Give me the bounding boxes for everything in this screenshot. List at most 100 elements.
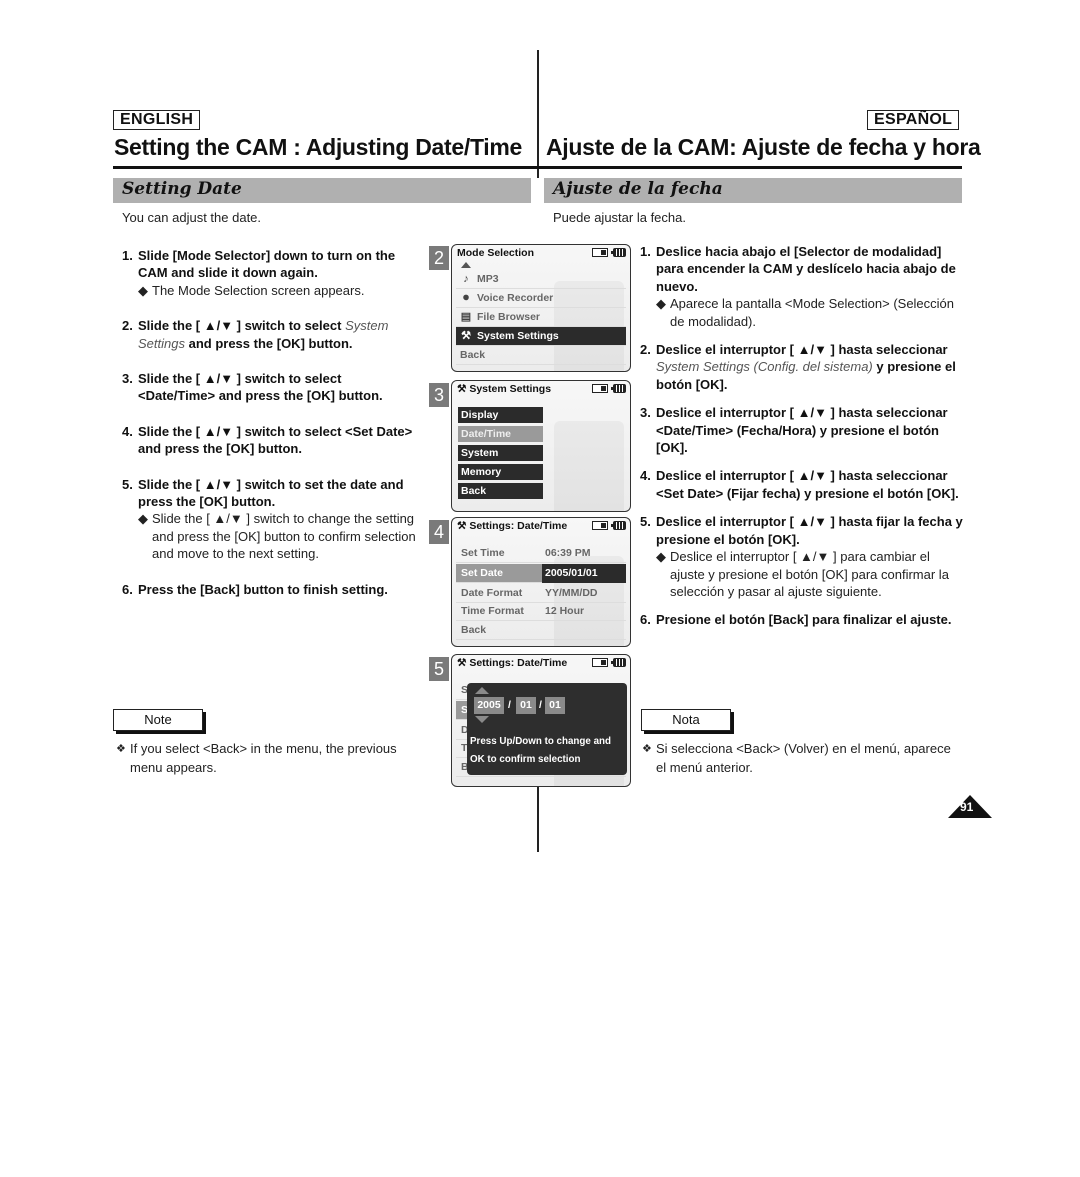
setting-value: 12 Hour [545,605,585,617]
battery-icon [611,384,626,393]
menu-item-voice-recorder[interactable]: ⏺ Voice Recorder [456,289,626,308]
subnote-text: The Mode Selection screen appears. [152,282,365,298]
step-text: Deslice el interruptor [ ▲/▼ ] hasta sel… [656,341,965,393]
step-number: 3. [122,371,133,387]
menu-item-label: Voice Recorder [477,291,554,304]
status-icons [592,248,626,257]
menu-item-system[interactable]: System [458,445,543,461]
step-text: Press the [Back] button to finish settin… [138,581,388,597]
scroll-up-arrow-icon[interactable] [461,262,471,268]
screen-title: ⚒ Settings: Date/Time [457,657,567,669]
step: 6. Presione el botón [Back] para finaliz… [640,611,965,628]
step: 1. Deslice hacia abajo el [Selector de m… [640,243,965,330]
step-text: Presione el botón [Back] para finalizar … [656,612,952,628]
step-subnote: ◆ The Mode Selection screen appears. [138,282,422,299]
increment-arrow-icon[interactable] [475,687,489,694]
step-number: 4. [122,423,133,439]
step-text-part: and press the [OK] button. [184,335,353,351]
watermark [554,421,624,511]
menu-item-display[interactable]: Display [458,407,543,423]
memory-card-icon [592,658,608,667]
diamond-bullet-icon: ◆ [656,296,666,312]
screen-date-time-settings: ⚒ Settings: Date/Time Set Time 06:39 PM S… [451,517,631,647]
menu-item-system-settings[interactable]: ⚒ System Settings [456,327,626,346]
day-field[interactable]: 01 [545,697,565,714]
memory-card-icon [592,248,608,257]
screen-title-text: System Settings [469,383,552,395]
setting-value: 2005/01/01 [542,564,626,583]
date-separator: / [508,699,511,711]
page-number: 91 [960,800,974,814]
step-text: Deslice el interruptor [ ▲/▼ ] hasta sel… [656,405,948,456]
menu-item-back[interactable]: Back [458,483,543,499]
month-field[interactable]: 01 [516,697,536,714]
step-number: 6. [640,612,651,628]
page-title-spanish: Ajuste de la CAM: Ajuste de fecha y hora [546,134,981,160]
menu-item-label: MP3 [477,272,499,285]
menu-item-memory[interactable]: Memory [458,464,543,480]
page-number-badge: 91 [948,795,992,818]
step-text-emphasis: System Settings (Config. del sistema) [656,359,873,375]
date-edit-popup: 2005 / 01 / 01 Press Up/Down to change a… [467,683,627,775]
screen-system-settings: ⚒ System Settings Display Date/Time Syst… [451,380,631,512]
page-title-english: Setting the CAM : Adjusting Date/Time [114,134,523,160]
step-number: 5. [122,476,133,492]
menu-item-date-time[interactable]: Date/Time [458,426,543,442]
step-number: 3. [640,405,651,421]
screen-title: Mode Selection [457,247,535,259]
screen-title-text: Settings: Date/Time [469,657,568,669]
year-field[interactable]: 2005 [474,697,504,714]
section-heading-text: Setting Date [122,179,242,199]
step-number: 1. [122,248,133,263]
setting-key: Back [461,624,487,636]
step: 5. Deslice el interruptor [ ▲/▼ ] hasta … [640,513,965,600]
menu-item-back[interactable]: Back [456,346,626,365]
file-icon: ▤ [460,310,472,323]
step-subnote: ◆ Aparece la pantalla <Mode Selection> (S… [656,295,965,330]
date-separator: / [539,699,542,711]
setting-key: Set Time [461,547,505,559]
step: 5. Slide the [ ▲/▼ ] switch to set the d… [122,476,422,563]
step-text-part: Deslice el interruptor [ ▲/▼ ] hasta sel… [656,342,948,358]
step-text: Slide [Mode Selector] down to turn on th… [138,248,396,281]
language-label-spanish: ESPAÑOL [867,110,960,130]
status-icons [592,384,626,393]
screen-title-text: Settings: Date/Time [469,520,568,532]
screen-mode-selection: Mode Selection ♪ MP3 ⏺ Voice Recorder ▤ Fil… [451,244,631,372]
screen-step-number: 4 [429,520,449,544]
setting-row-time-format[interactable]: Time Format 12 Hour [456,602,626,621]
note-body: Si selecciona <Back> (Volver) en el menú… [656,741,951,775]
diamond-bullet-icon: ◆ [138,511,148,527]
settings-icon: ⚒ [457,520,470,532]
setting-row-set-time[interactable]: Set Time 06:39 PM [456,544,626,563]
step-text-part: Slide the [ ▲/▼ ] switch to select [138,318,346,334]
menu-item-mp3[interactable]: ♪ MP3 [456,270,626,289]
setting-row-set-date[interactable]: Set Date 2005/01/01 [456,564,626,583]
setting-row-back[interactable]: Back [456,621,626,640]
column-divider-bottom [537,786,539,852]
step-subnote: ◆ Slide the [ ▲/▼ ] switch to change the … [138,510,422,562]
step: 4. Deslice el interruptor [ ▲/▼ ] hasta … [640,467,965,502]
diamond-bullet-icon: ◆ [656,549,666,565]
setting-row-date-format[interactable]: Date Format YY/MM/DD [456,584,626,603]
step-text: Deslice hacia abajo el [Selector de moda… [656,244,956,294]
settings-icon: ⚒ [457,383,470,395]
memory-card-icon [592,384,608,393]
screen-step-number: 3 [429,383,449,407]
setting-key: Set Date [461,567,504,579]
section-heading-text: Ajuste de la fecha [553,179,723,199]
nota-label: Nota [641,709,731,731]
menu-item-file-browser[interactable]: ▤ File Browser [456,308,626,327]
intro-spanish: Puede ajustar la fecha. [553,210,686,225]
note-bullet-icon: ❖ [642,743,652,755]
music-note-icon: ♪ [463,272,469,285]
intro-english: You can adjust the date. [122,210,262,225]
status-icons [592,521,626,530]
steps-english: 1. Slide [Mode Selector] down to turn on… [122,247,422,616]
setting-key: Date Format [461,587,523,599]
nota-text: ❖ Si selecciona <Back> (Volver) en el men… [642,740,964,777]
step-text: Deslice el interruptor [ ▲/▼ ] hasta fij… [656,514,963,547]
menu-item-label: Back [460,348,486,361]
decrement-arrow-icon[interactable] [475,716,489,723]
step-number: 4. [640,468,651,484]
